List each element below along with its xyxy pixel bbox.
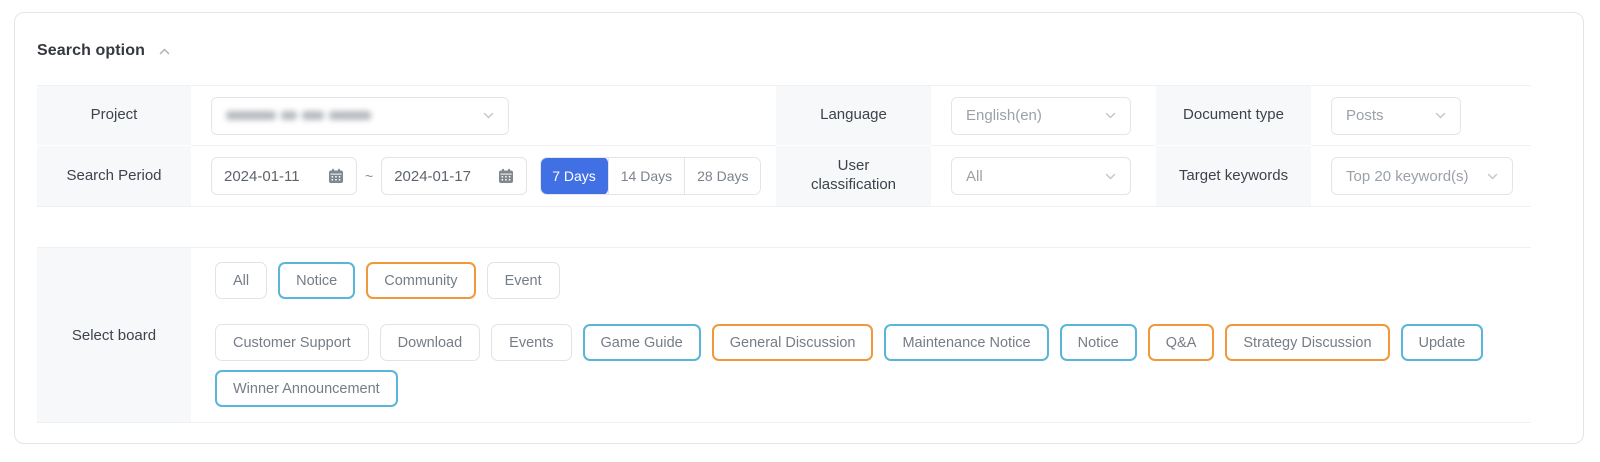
start-date-value: 2024-01-11 xyxy=(224,168,300,185)
period-presets: 7 Days14 Days28 Days xyxy=(540,157,761,195)
language-cell: English(en) xyxy=(931,86,1156,146)
chevron-down-icon xyxy=(1435,112,1446,119)
select-board-content: All Notice Community Event Customer Support… xyxy=(191,248,1531,422)
panel-title: Search option xyxy=(37,42,145,60)
board-chip[interactable]: Events xyxy=(491,324,571,361)
board-list-group: Customer Support Download Events Game Guide… xyxy=(215,324,1531,407)
board-chip[interactable]: Community xyxy=(366,262,475,299)
board-chip[interactable]: Notice xyxy=(278,262,355,299)
end-date-input[interactable]: 2024-01-17 xyxy=(381,157,527,195)
board-chip[interactable]: All xyxy=(215,262,267,299)
board-chip[interactable]: Event xyxy=(487,262,560,299)
period-preset-button[interactable]: 14 Days xyxy=(608,158,684,194)
board-chip[interactable]: General Discussion xyxy=(712,324,874,361)
board-chip[interactable]: Game Guide xyxy=(583,324,701,361)
search-form: Project Language English(en) Do xyxy=(37,85,1531,207)
board-chip[interactable]: Update xyxy=(1401,324,1484,361)
collapse-toggle[interactable] xyxy=(157,46,172,57)
date-range-separator: ~ xyxy=(365,168,373,184)
panel-header: Search option xyxy=(37,39,1561,63)
period-preset-button[interactable]: 7 Days xyxy=(540,157,608,195)
chevron-up-icon xyxy=(159,48,170,55)
chevron-down-icon xyxy=(483,112,494,119)
target-keywords-label: Target keywords xyxy=(1156,146,1311,206)
chevron-down-icon xyxy=(1105,112,1116,119)
board-chip[interactable]: Customer Support xyxy=(215,324,369,361)
project-select[interactable] xyxy=(211,97,509,135)
document-type-select[interactable]: Posts xyxy=(1331,97,1461,135)
board-chip[interactable]: Q&A xyxy=(1148,324,1215,361)
document-type-select-value: Posts xyxy=(1346,107,1384,124)
document-type-label: Document type xyxy=(1156,86,1311,146)
chevron-down-icon xyxy=(1105,173,1116,180)
project-cell xyxy=(191,86,776,146)
user-classification-cell: All xyxy=(931,146,1156,206)
board-chip[interactable]: Maintenance Notice xyxy=(884,324,1048,361)
start-date-input[interactable]: 2024-01-11 xyxy=(211,157,357,195)
board-chip[interactable]: Strategy Discussion xyxy=(1225,324,1389,361)
user-classification-select[interactable]: All xyxy=(951,157,1131,195)
project-value-redacted xyxy=(226,111,371,120)
search-period-cell: 2024-01-11 ~ 2024-01-17 xyxy=(191,146,776,206)
target-keywords-select-value: Top 20 keyword(s) xyxy=(1346,168,1469,185)
board-chip[interactable]: Download xyxy=(380,324,481,361)
end-date-value: 2024-01-17 xyxy=(394,168,471,185)
period-preset-button[interactable]: 28 Days xyxy=(684,158,760,194)
search-period-label: Search Period xyxy=(37,146,191,206)
language-label: Language xyxy=(776,86,931,146)
board-chip[interactable]: Notice xyxy=(1060,324,1137,361)
select-board-section: Select board All Notice Community Event Cus… xyxy=(37,247,1531,423)
user-classification-label: User classification xyxy=(776,146,931,206)
document-type-cell: Posts xyxy=(1311,86,1531,146)
search-option-panel: Search option Project Language xyxy=(14,12,1584,444)
chevron-down-icon xyxy=(1487,173,1498,180)
target-keywords-select[interactable]: Top 20 keyword(s) xyxy=(1331,157,1513,195)
user-classification-select-value: All xyxy=(966,168,983,185)
language-select[interactable]: English(en) xyxy=(951,97,1131,135)
calendar-icon xyxy=(498,168,514,184)
project-label: Project xyxy=(37,86,191,146)
language-select-value: English(en) xyxy=(966,107,1042,124)
target-keywords-cell: Top 20 keyword(s) xyxy=(1311,146,1531,206)
calendar-icon xyxy=(328,168,344,184)
board-chip[interactable]: Winner Announcement xyxy=(215,370,398,407)
board-type-filter-group: All Notice Community Event xyxy=(215,262,1531,299)
select-board-label: Select board xyxy=(37,248,191,422)
